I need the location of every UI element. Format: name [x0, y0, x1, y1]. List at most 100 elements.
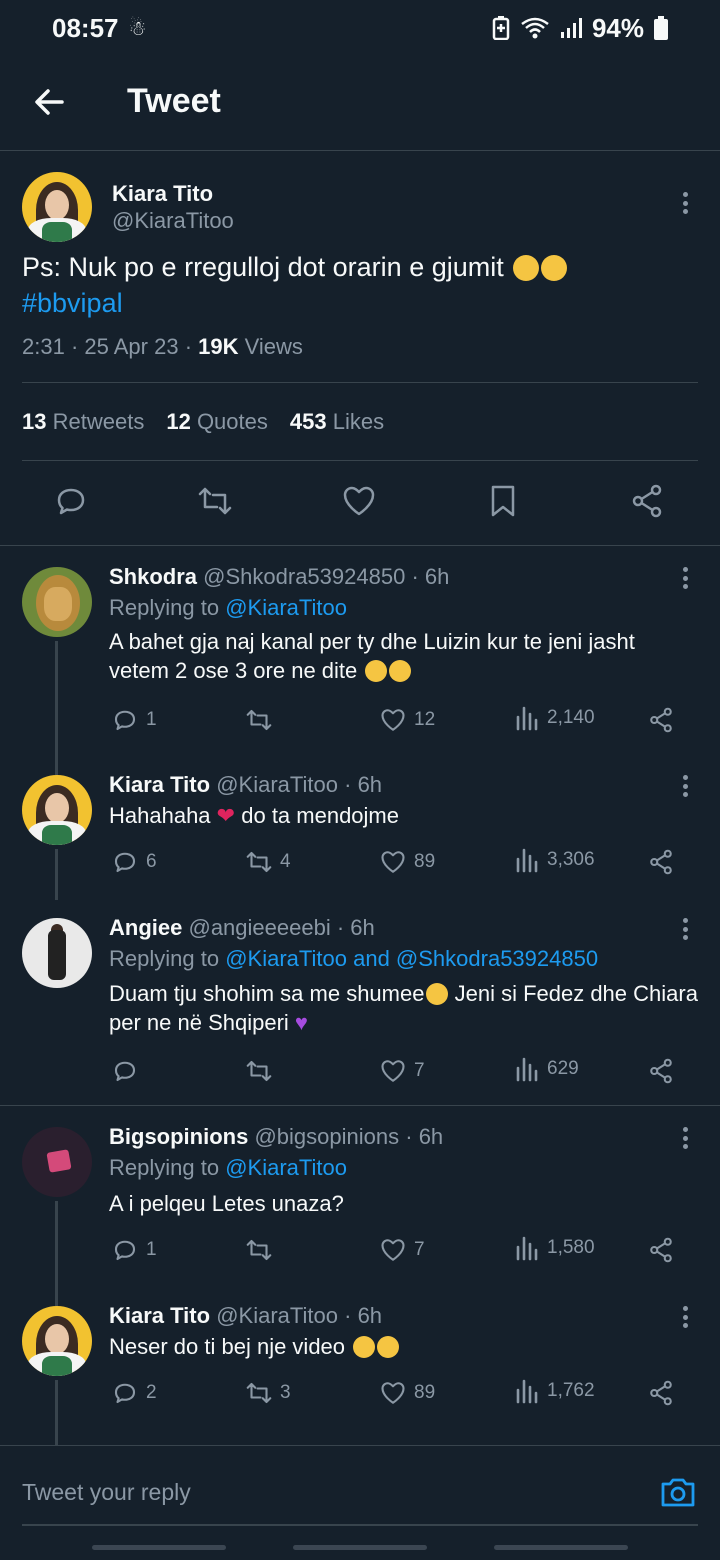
author-name[interactable]: Angiee: [109, 915, 182, 940]
notification-icon: ☃: [128, 17, 147, 40]
reply-button[interactable]: 6: [110, 847, 157, 877]
more-icon[interactable]: [675, 914, 695, 944]
views-button[interactable]: 629: [515, 1056, 579, 1082]
status-bar: 08:57 ☃ 94%: [0, 0, 720, 56]
avatar[interactable]: [22, 1306, 92, 1376]
share-button[interactable]: [646, 1056, 676, 1086]
share-button[interactable]: [646, 705, 676, 735]
like-button[interactable]: 7: [378, 1056, 425, 1086]
share-icon: [646, 847, 676, 877]
avatar[interactable]: [22, 1127, 92, 1197]
more-icon[interactable]: [675, 771, 695, 801]
avatar[interactable]: [22, 567, 92, 637]
replies-count: 6: [146, 851, 157, 872]
like-button[interactable]: 89: [378, 847, 435, 877]
retweet-icon: [244, 1235, 274, 1265]
author-name[interactable]: Bigsopinions: [109, 1124, 248, 1149]
author-handle[interactable]: @KiaraTitoo: [112, 208, 234, 234]
author-name[interactable]: Shkodra: [109, 564, 197, 589]
mention-link[interactable]: @KiaraTitoo: [225, 1155, 347, 1180]
views-button[interactable]: 1,762: [515, 1378, 595, 1404]
retweet-button[interactable]: [244, 705, 280, 735]
avatar[interactable]: [22, 918, 92, 988]
reply-button[interactable]: [110, 1056, 146, 1086]
more-icon[interactable]: [675, 1123, 695, 1153]
reply-icon: [110, 705, 140, 735]
share-button[interactable]: [646, 1378, 676, 1408]
retweet-button[interactable]: 4: [244, 847, 291, 877]
more-icon[interactable]: [675, 188, 695, 218]
author-handle[interactable]: @KiaraTitoo: [216, 1303, 338, 1328]
reply-tweet[interactable]: Angiee @angieeeeebi · 6h Replying to @Ki…: [0, 900, 720, 1105]
author-handle[interactable]: @angieeeeebi: [188, 915, 330, 940]
reply-time: 6h: [418, 1124, 444, 1149]
retweet-button[interactable]: [244, 1235, 280, 1265]
retweet-icon: [244, 1056, 274, 1086]
back-arrow-icon[interactable]: [28, 80, 72, 124]
views-button[interactable]: 3,306: [515, 847, 595, 873]
author-name[interactable]: Kiara Tito: [109, 1303, 210, 1328]
nav-back[interactable]: [494, 1545, 628, 1550]
system-nav-bar: [0, 1540, 720, 1560]
reply-actions: 7 629: [0, 1056, 720, 1086]
like-icon: [378, 1235, 408, 1265]
reply-tweet[interactable]: Kiara Tito @KiaraTitoo · 6h Neser do ti …: [0, 1290, 720, 1445]
bookmark-icon[interactable]: [483, 481, 523, 521]
views-button[interactable]: 2,140: [515, 705, 595, 731]
reply-button[interactable]: 1: [110, 705, 157, 735]
likes-stat[interactable]: 453 Likes: [290, 409, 384, 435]
author-name[interactable]: Kiara Tito: [109, 772, 210, 797]
mention-link[interactable]: @KiaraTitoo: [225, 595, 347, 620]
divider: [22, 382, 698, 383]
reply-input[interactable]: Tweet your reply: [22, 1479, 191, 1506]
red-heart-emoji: ❤: [216, 803, 236, 828]
share-icon[interactable]: [627, 481, 667, 521]
share-icon: [646, 705, 676, 735]
more-icon[interactable]: [675, 1302, 695, 1332]
author-name[interactable]: Kiara Tito: [112, 181, 213, 207]
author-handle[interactable]: @Shkodra53924850: [203, 564, 405, 589]
reply-text: Hahahaha ❤ do ta mendojme: [109, 803, 399, 828]
retweet-button[interactable]: 3: [244, 1378, 291, 1408]
reply-header: Bigsopinions @bigsopinions · 6h: [109, 1124, 444, 1149]
share-button[interactable]: [646, 847, 676, 877]
retweet-icon[interactable]: [195, 481, 235, 521]
share-button[interactable]: [646, 1235, 676, 1265]
grin-sweat-emoji: [353, 1336, 376, 1358]
nav-home[interactable]: [293, 1545, 427, 1550]
battery-percent: 94%: [591, 12, 644, 43]
avatar[interactable]: [22, 775, 92, 845]
like-button[interactable]: 12: [378, 705, 435, 735]
like-button[interactable]: 89: [378, 1378, 435, 1408]
retweets-stat[interactable]: 13 Retweets: [22, 409, 144, 435]
views-count: 629: [547, 1058, 579, 1079]
mention-link[interactable]: @KiaraTitoo and @Shkodra53924850: [225, 946, 598, 971]
tweet-time: 2:31: [22, 334, 65, 359]
reply-tweet[interactable]: Bigsopinions @bigsopinions · 6h Replying…: [0, 1105, 720, 1290]
hashtag-link[interactable]: #bbvipal: [22, 288, 123, 318]
share-icon: [646, 1235, 676, 1265]
reply-button[interactable]: 2: [110, 1378, 157, 1408]
views-button[interactable]: 1,580: [515, 1235, 595, 1261]
likes-count: 89: [414, 1382, 436, 1403]
tweet-text: Ps: Nuk po e rregulloj dot orarin e gjum…: [22, 249, 702, 321]
like-button[interactable]: 7: [378, 1235, 425, 1265]
camera-icon[interactable]: [660, 1474, 696, 1510]
reply-button[interactable]: 1: [110, 1235, 157, 1265]
reply-tweet[interactable]: Shkodra @Shkodra53924850 · 6h Replying t…: [0, 545, 720, 760]
reply-icon[interactable]: [51, 481, 91, 521]
reply-actions: 1 7 1,580: [0, 1235, 720, 1265]
reply-tweet[interactable]: Kiara Tito @KiaraTitoo · 6h Hahahaha ❤ d…: [0, 760, 720, 900]
like-icon[interactable]: [339, 481, 379, 521]
grin-sweat-emoji: [365, 660, 388, 682]
retweet-button[interactable]: [244, 1056, 280, 1086]
quotes-stat[interactable]: 12 Quotes: [166, 409, 268, 435]
avatar[interactable]: [22, 172, 92, 242]
nav-recents[interactable]: [92, 1545, 226, 1550]
author-handle[interactable]: @KiaraTitoo: [216, 772, 338, 797]
views-label: Views: [244, 334, 303, 359]
author-handle[interactable]: @bigsopinions: [254, 1124, 399, 1149]
reply-text: A bahet gja naj kanal per ty dhe Luizin …: [109, 629, 635, 683]
more-icon[interactable]: [675, 563, 695, 593]
like-icon: [378, 1056, 408, 1086]
